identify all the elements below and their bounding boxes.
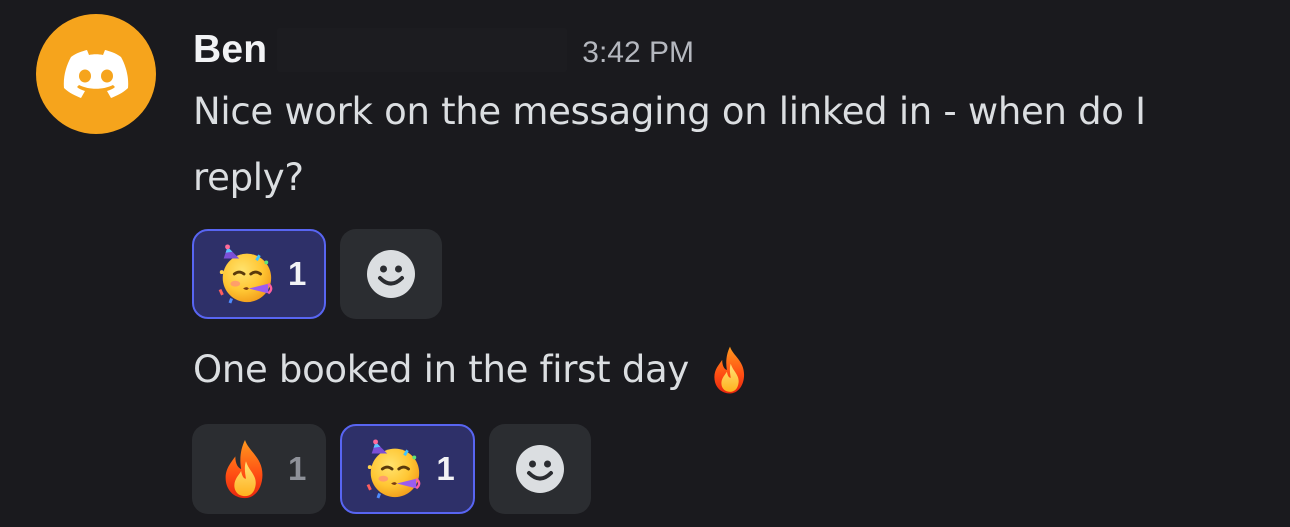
author-name[interactable]: Ben	[193, 28, 267, 72]
fire-icon	[705, 341, 755, 399]
timestamp: 3:42 PM	[582, 36, 695, 69]
message-text-content: One booked in the first day	[193, 348, 689, 391]
smiley-face-icon	[515, 445, 564, 493]
reactions-bar: 1 1	[192, 424, 591, 514]
reaction-count: 1	[288, 255, 307, 292]
avatar[interactable]	[36, 14, 156, 134]
smiley-face-icon	[367, 250, 416, 298]
reaction-count: 1	[288, 450, 307, 487]
reaction-fire[interactable]: 1	[192, 424, 327, 514]
fire-icon	[214, 438, 276, 500]
reaction-count: 1	[436, 450, 455, 487]
reaction-partying-face[interactable]: 1	[340, 424, 475, 514]
partying-face-icon	[362, 438, 424, 500]
message-text: Nice work on the messaging on linked in …	[193, 90, 1146, 199]
message-group: Ben 3:42 PM Nice work on the messaging o…	[0, 0, 1290, 527]
partying-face-icon	[214, 243, 276, 305]
add-reaction-button[interactable]	[488, 424, 591, 514]
reaction-partying-face[interactable]: 1	[192, 229, 327, 319]
discord-logo-icon	[63, 50, 129, 98]
redacted-area	[277, 28, 568, 72]
reactions-bar: 1	[192, 229, 443, 319]
add-reaction-button[interactable]	[340, 229, 443, 319]
message-header: Ben 3:42 PM	[193, 22, 694, 78]
message-text: One booked in the first day	[193, 337, 755, 403]
